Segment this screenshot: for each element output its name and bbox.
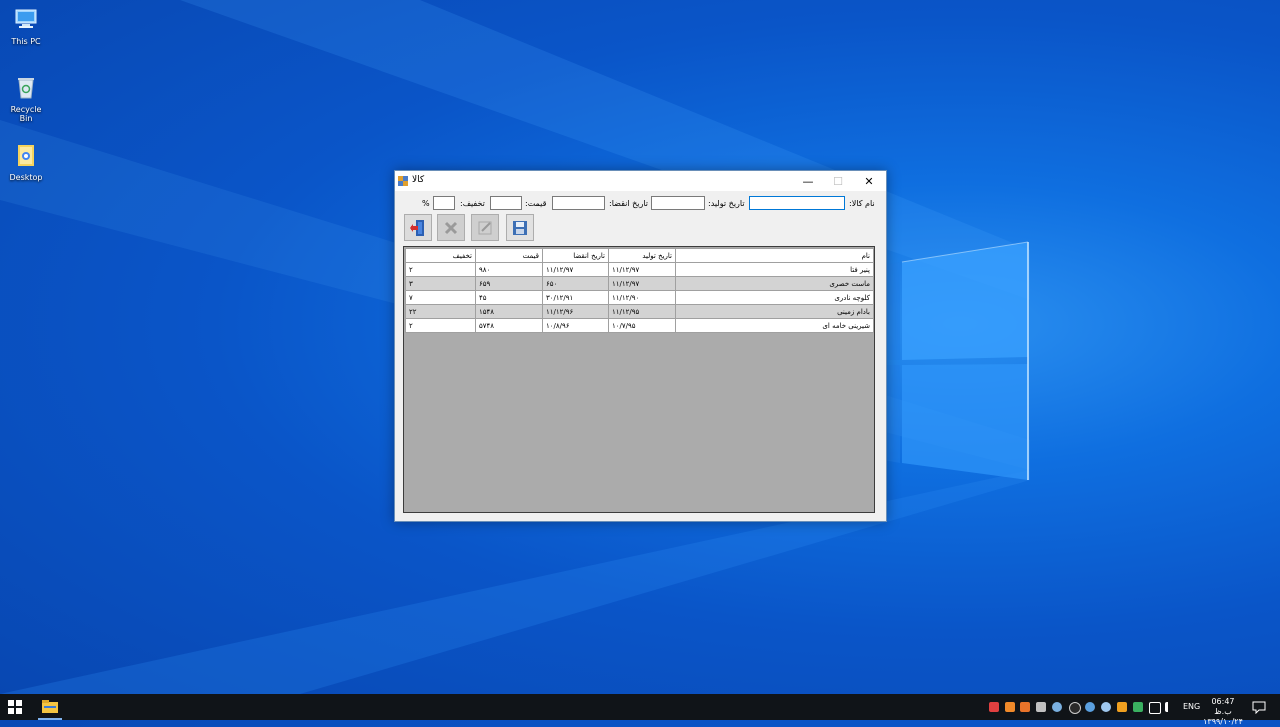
- windows-start-icon[interactable]: [8, 700, 22, 714]
- window-titlebar[interactable]: کالا — ☐ ✕: [395, 171, 886, 191]
- tray-globe-icon[interactable]: [1052, 702, 1062, 712]
- desktop-icon-label: This PC: [11, 37, 41, 46]
- network-icon[interactable]: [1149, 702, 1161, 714]
- tray-app-icon-4[interactable]: [1085, 702, 1095, 712]
- language-indicator[interactable]: ENG: [1183, 702, 1200, 711]
- desktop-icon-desktop[interactable]: Desktop: [4, 142, 48, 182]
- volume-icon[interactable]: [1165, 702, 1178, 712]
- cell-name[interactable]: بادام زمینی: [675, 304, 874, 319]
- table-row[interactable]: بادام زمینی ۱۱/۱۲/۹۵ ۱۱/۱۲/۹۶ ۱۵۴۸ ۲۲: [405, 304, 874, 319]
- cell-expiry[interactable]: ۱۱/۱۲/۹۷: [542, 262, 609, 277]
- cell-production[interactable]: ۱۱/۱۲/۹۷: [608, 262, 676, 277]
- cell-production[interactable]: ۱۰/۷/۹۵: [608, 318, 676, 333]
- tray-app-icon-6[interactable]: [1133, 702, 1143, 712]
- cell-name[interactable]: ماست خصری: [675, 276, 874, 291]
- cell-discount[interactable]: ۲: [405, 318, 476, 333]
- cell-name[interactable]: شیرینی خامه ای: [675, 318, 874, 333]
- cell-name[interactable]: پنیر فتا: [675, 262, 874, 277]
- cell-expiry[interactable]: ۳۰/۱۲/۹۱: [542, 290, 609, 305]
- computer-icon: [15, 9, 37, 28]
- close-icon: ✕: [864, 174, 874, 188]
- clock[interactable]: 06:47 ب.ظ ۱۳۹۹/۱۰/۲۴: [1203, 697, 1243, 727]
- edit-button[interactable]: [471, 214, 499, 241]
- taskbar: ENG 06:47 ب.ظ ۱۳۹۹/۱۰/۲۴: [0, 694, 1280, 726]
- column-header-discount[interactable]: تخفیف: [405, 248, 476, 263]
- table-row[interactable]: ماست خصری ۱۱/۱۲/۹۷ ۶۵۰ ۶۵۹ ۳: [405, 276, 874, 291]
- exit-button[interactable]: [404, 214, 432, 241]
- maximize-icon: ☐: [833, 174, 843, 188]
- tray-app-icon-1[interactable]: [989, 702, 999, 712]
- delete-x-icon: [444, 221, 458, 234]
- save-button[interactable]: [506, 214, 534, 241]
- recycle-bin-icon: [18, 78, 34, 99]
- desktop-icon-label: Recycle Bin: [10, 105, 42, 123]
- table-row[interactable]: پنیر فتا ۱۱/۱۲/۹۷ ۱۱/۱۲/۹۷ ۹۸۰ ۲: [405, 262, 874, 277]
- price-label: قیمت:: [525, 199, 547, 208]
- cell-price[interactable]: ۶۵۹: [475, 276, 543, 291]
- cell-production[interactable]: ۱۱/۱۲/۹۷: [608, 276, 676, 291]
- cell-price[interactable]: ۱۵۴۸: [475, 304, 543, 319]
- tray-app-icon-2[interactable]: [1005, 702, 1015, 712]
- minimize-button[interactable]: —: [793, 171, 823, 191]
- cell-discount[interactable]: ۳: [405, 276, 476, 291]
- column-header-name[interactable]: نام: [675, 248, 874, 263]
- cell-discount[interactable]: ۲: [405, 262, 476, 277]
- notification-icon[interactable]: [1252, 700, 1266, 714]
- name-input[interactable]: [749, 196, 845, 210]
- cell-discount[interactable]: ۷: [405, 290, 476, 305]
- taskbar-file-explorer[interactable]: [36, 694, 64, 720]
- production-date-input[interactable]: [651, 196, 705, 210]
- close-button[interactable]: ✕: [854, 171, 884, 191]
- price-input[interactable]: [490, 196, 522, 210]
- cell-production[interactable]: ۱۱/۱۲/۹۰: [608, 290, 676, 305]
- expiry-date-label: تاریخ انقضا:: [609, 199, 649, 208]
- window-title: کالا: [412, 175, 425, 185]
- clock-time: 06:47 ب.ظ: [1211, 697, 1235, 716]
- percent-label: %: [422, 199, 430, 208]
- production-date-label: تاریخ تولید:: [708, 199, 745, 208]
- products-grid[interactable]: نام تاریخ تولید تاریخ انقضا قیمت تخفیف پ…: [403, 246, 875, 513]
- column-header-price[interactable]: قیمت: [475, 248, 543, 263]
- cell-price[interactable]: ۴۵: [475, 290, 543, 305]
- desktop-icon-recycle-bin[interactable]: Recycle Bin: [4, 74, 48, 123]
- discount-label: تخفیف:: [460, 199, 485, 208]
- cell-expiry[interactable]: ۱۱/۱۲/۹۶: [542, 304, 609, 319]
- tray-app-icon-5[interactable]: [1101, 702, 1111, 712]
- cell-name[interactable]: کلوچه نادری: [675, 290, 874, 305]
- name-label: نام کالا:: [849, 199, 875, 208]
- cell-price[interactable]: ۵۷۴۸: [475, 318, 543, 333]
- tray-pen-icon[interactable]: [1036, 702, 1046, 712]
- desktop-icon-this-pc[interactable]: This PC: [4, 6, 48, 46]
- delete-button[interactable]: [437, 214, 465, 241]
- tray-app-icon-3[interactable]: [1020, 702, 1030, 712]
- minimize-icon: —: [802, 174, 814, 188]
- edit-pencil-icon: [478, 221, 492, 234]
- table-header-row: نام تاریخ تولید تاریخ انقضا قیمت تخفیف: [405, 248, 874, 263]
- file-explorer-icon: [42, 700, 58, 713]
- cell-discount[interactable]: ۲۲: [405, 304, 476, 319]
- expiry-date-input[interactable]: [552, 196, 605, 210]
- cell-expiry[interactable]: ۶۵۰: [542, 276, 609, 291]
- tray-search-icon[interactable]: [1117, 702, 1127, 712]
- exit-door-icon: [410, 219, 424, 236]
- maximize-button: ☐: [823, 171, 853, 191]
- discount-input[interactable]: [433, 196, 455, 210]
- desktop-icon-label: Desktop: [9, 173, 43, 182]
- column-header-expiry[interactable]: تاریخ انقضا: [542, 248, 609, 263]
- column-header-production[interactable]: تاریخ تولید: [608, 248, 676, 263]
- table-row[interactable]: شیرینی خامه ای ۱۰/۷/۹۵ ۱۰/۸/۹۶ ۵۷۴۸ ۲: [405, 318, 874, 333]
- cell-expiry[interactable]: ۱۰/۸/۹۶: [542, 318, 609, 333]
- save-floppy-icon: [513, 220, 527, 235]
- products-table: نام تاریخ تولید تاریخ انقضا قیمت تخفیف پ…: [405, 248, 874, 333]
- app-icon: [398, 176, 408, 186]
- clock-date: ۱۳۹۹/۱۰/۲۴: [1203, 717, 1243, 726]
- tray-circle-icon[interactable]: [1069, 702, 1081, 714]
- cell-production[interactable]: ۱۱/۱۲/۹۵: [608, 304, 676, 319]
- folder-icon: [18, 145, 34, 166]
- table-row[interactable]: کلوچه نادری ۱۱/۱۲/۹۰ ۳۰/۱۲/۹۱ ۴۵ ۷: [405, 290, 874, 305]
- product-window: کالا — ☐ ✕ نام کالا: تاریخ تولید: تاریخ …: [394, 170, 887, 522]
- cell-price[interactable]: ۹۸۰: [475, 262, 543, 277]
